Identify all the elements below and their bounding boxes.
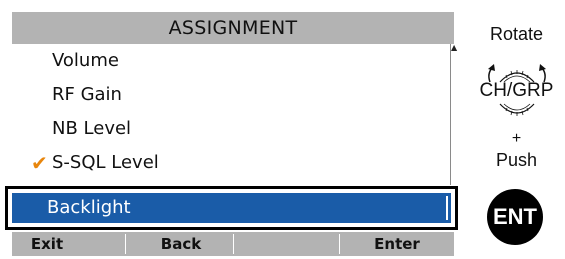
selection-frame: Backlight: [5, 186, 458, 230]
checkmark-icon: ✔: [31, 151, 48, 175]
scrollbar[interactable]: [450, 44, 457, 185]
control-hint: Rotate CH/GRP + Push ENT: [468, 0, 565, 259]
dial-label: CH/GRP: [479, 80, 554, 101]
cursor-edge: [446, 196, 448, 220]
rotate-label: Rotate: [489, 24, 544, 44]
softkey-exit[interactable]: Exit: [12, 232, 82, 256]
menu-item-label: S-SQL Level: [52, 152, 159, 173]
menu-item-s-sql-level[interactable]: ✔ S-SQL Level: [12, 146, 450, 180]
menu-item-label: Volume: [52, 50, 119, 71]
menu-item-volume[interactable]: Volume: [12, 44, 450, 78]
menu-item-label: Backlight: [47, 197, 131, 218]
push-label: Push: [495, 150, 538, 170]
softkey-empty[interactable]: [234, 232, 339, 256]
screen-title: ASSIGNMENT: [12, 12, 454, 44]
menu-item-label: RF Gain: [52, 84, 122, 105]
menu-item-label: NB Level: [52, 118, 132, 139]
softkey-enter[interactable]: Enter: [340, 232, 454, 256]
lcd-screen: ASSIGNMENT ▲ Volume RF Gain NB Level ✔ S…: [0, 0, 458, 259]
menu-item-rf-gain[interactable]: RF Gain: [12, 78, 450, 112]
softkey-bar: Exit Back Enter: [12, 232, 454, 256]
softkey-back[interactable]: Back: [126, 232, 236, 256]
ent-button[interactable]: ENT: [487, 189, 543, 245]
plus-label: +: [511, 130, 522, 147]
menu-item-nb-level[interactable]: NB Level: [12, 112, 450, 146]
menu-item-backlight[interactable]: Backlight: [12, 193, 451, 223]
scroll-up-arrow-icon: ▲: [451, 43, 458, 52]
